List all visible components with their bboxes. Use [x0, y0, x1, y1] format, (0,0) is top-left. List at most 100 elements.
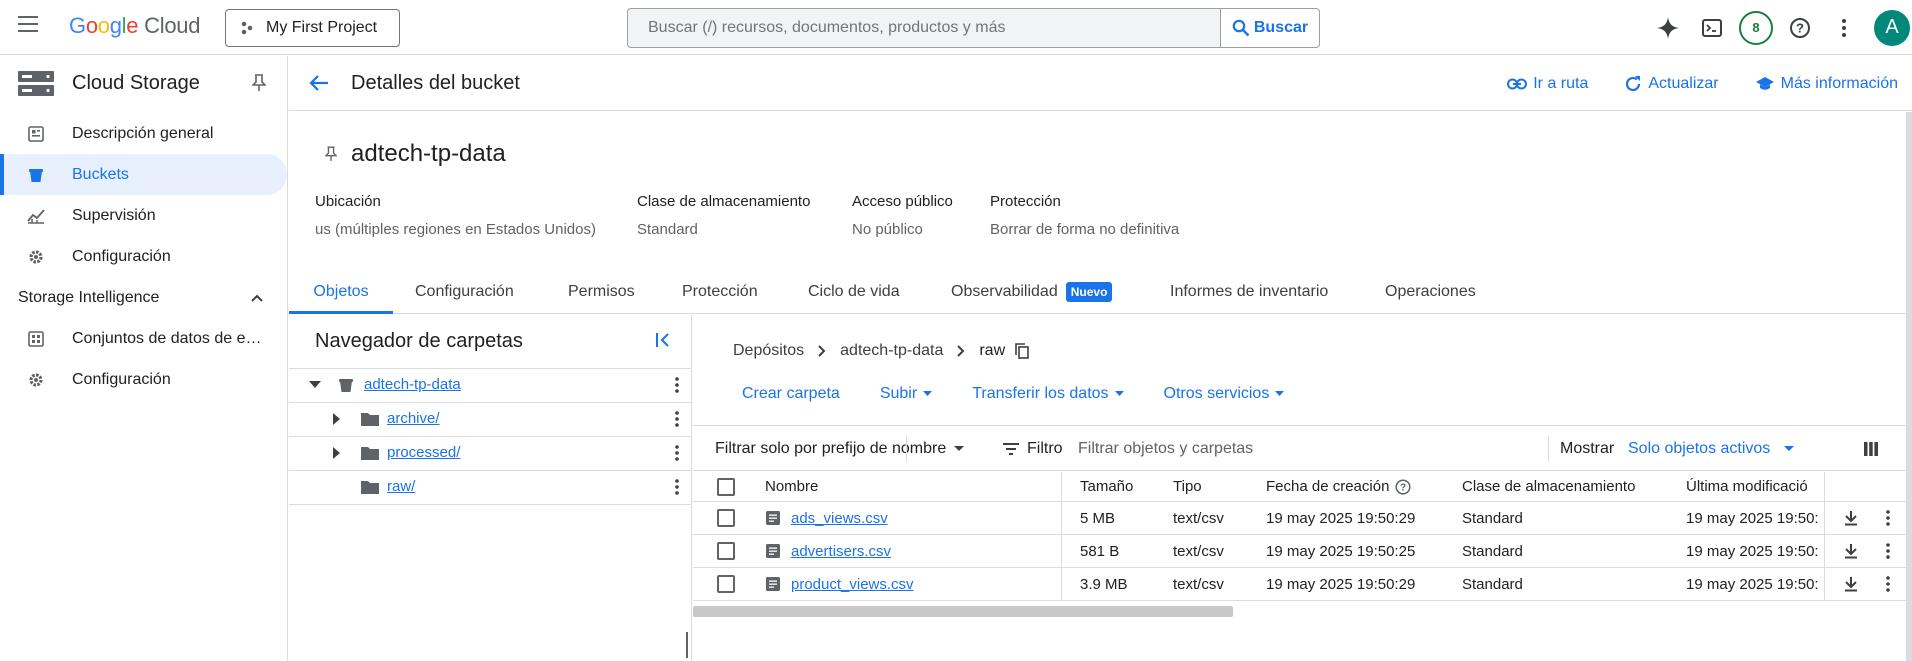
- tab-observability[interactable]: Observabilidad Nuevo: [951, 276, 1113, 314]
- download-icon[interactable]: [1844, 535, 1858, 567]
- caret-right-icon[interactable]: [333, 447, 341, 459]
- sidebar-section-storage-intelligence[interactable]: Storage Intelligence: [0, 277, 287, 318]
- sidebar-item-settings[interactable]: Configuración: [0, 236, 287, 277]
- other-services-button[interactable]: Otros servicios: [1164, 385, 1285, 403]
- file-name-link[interactable]: ads_views.csv: [791, 502, 888, 534]
- breadcrumb-item[interactable]: Depósitos: [733, 342, 804, 360]
- tab-objects[interactable]: Objetos: [289, 276, 393, 314]
- sidebar-item-buckets[interactable]: Buckets: [0, 154, 287, 195]
- file-name-link[interactable]: product_views.csv: [791, 568, 914, 600]
- tab-lifecycle[interactable]: Ciclo de vida: [808, 276, 900, 314]
- select-all-checkbox[interactable]: [717, 472, 735, 501]
- transfer-data-button[interactable]: Transferir los datos: [972, 385, 1124, 403]
- avatar[interactable]: A: [1874, 9, 1910, 46]
- vertical-scrollbar[interactable]: [1906, 112, 1912, 661]
- search-input[interactable]: [628, 9, 1220, 47]
- tab-inventory-reports[interactable]: Informes de inventario: [1170, 276, 1328, 314]
- folder-tree-root[interactable]: adtech-tp-data: [289, 369, 691, 403]
- project-selector-button[interactable]: My First Project: [225, 9, 400, 47]
- tab-protection[interactable]: Protección: [682, 276, 758, 314]
- show-filter-dropdown[interactable]: Solo objetos activos: [1628, 426, 1795, 471]
- sidebar-item-monitoring[interactable]: Supervisión: [0, 195, 287, 236]
- folder-name[interactable]: archive/: [387, 410, 440, 427]
- column-header-created[interactable]: Fecha de creación ?: [1266, 472, 1411, 501]
- column-display-icon[interactable]: [1864, 426, 1878, 471]
- cloud-shell-icon[interactable]: [1694, 10, 1730, 46]
- collapse-panel-icon[interactable]: [655, 332, 671, 348]
- google-cloud-logo[interactable]: Google Cloud: [69, 13, 200, 39]
- gemini-sparkle-icon[interactable]: [1650, 10, 1686, 46]
- column-header-name[interactable]: Nombre: [765, 472, 818, 501]
- caret-down-icon[interactable]: [309, 381, 321, 389]
- dashboard-icon: [27, 125, 45, 142]
- more-vert-icon[interactable]: [675, 411, 679, 427]
- help-icon[interactable]: ?: [1782, 10, 1818, 46]
- chevron-right-icon: [957, 345, 965, 357]
- refresh-icon: [1624, 75, 1642, 93]
- help-icon[interactable]: ?: [1395, 478, 1411, 495]
- column-header-storage-class[interactable]: Clase de almacenamiento: [1462, 472, 1635, 501]
- table-row[interactable]: ads_views.csv 5 MB text/csv 19 may 2025 …: [693, 502, 1906, 535]
- sidebar-title: Cloud Storage: [72, 72, 200, 94]
- filter-input[interactable]: Filtrar objetos y carpetas: [1078, 426, 1253, 471]
- more-vert-icon[interactable]: [1886, 535, 1890, 567]
- row-checkbox[interactable]: [717, 568, 735, 600]
- notifications-badge[interactable]: 8: [1738, 10, 1774, 46]
- horizontal-scrollbar[interactable]: [693, 606, 1233, 617]
- upload-button[interactable]: Subir: [880, 385, 933, 403]
- prefix-filter-dropdown[interactable]: Filtrar solo por prefijo de nombre: [715, 426, 965, 471]
- more-vert-icon[interactable]: [675, 479, 679, 495]
- table-row[interactable]: product_views.csv 3.9 MB text/csv 19 may…: [693, 568, 1906, 601]
- sidebar-item-datasets[interactable]: Conjuntos de datos de es…: [0, 318, 287, 359]
- svg-text:?: ?: [1796, 20, 1804, 35]
- column-header-size[interactable]: Tamaño: [1080, 472, 1133, 501]
- sidebar-item-overview[interactable]: Descripción general: [0, 113, 287, 154]
- file-name: ads_views.csv: [791, 509, 888, 527]
- more-vert-icon[interactable]: [675, 377, 679, 393]
- table-row[interactable]: advertisers.csv 581 B text/csv 19 may 20…: [693, 535, 1906, 568]
- caret-down-icon: [923, 391, 933, 397]
- column-header-type[interactable]: Tipo: [1173, 472, 1202, 501]
- filter-placeholder: Filtrar objetos y carpetas: [1078, 439, 1254, 457]
- go-to-path-button[interactable]: Ir a ruta: [1507, 75, 1588, 93]
- pin-icon[interactable]: [252, 74, 266, 92]
- panel-resize-handle[interactable]: [686, 632, 688, 658]
- create-folder-button[interactable]: Crear carpeta: [742, 385, 840, 403]
- download-icon[interactable]: [1844, 502, 1858, 534]
- sidebar-item-si-settings[interactable]: Configuración: [0, 359, 287, 400]
- file-name-link[interactable]: advertisers.csv: [791, 535, 891, 567]
- file-name: product_views.csv: [791, 575, 914, 593]
- sidebar-section-title: Storage Intelligence: [18, 288, 160, 306]
- tab-operations[interactable]: Operaciones: [1385, 276, 1476, 314]
- header-actions: Ir a ruta Actualizar Más información: [1507, 56, 1898, 111]
- more-vert-icon[interactable]: [1886, 568, 1890, 600]
- folder-name[interactable]: raw/: [387, 478, 415, 495]
- copy-icon[interactable]: [1015, 343, 1029, 359]
- search-button[interactable]: Buscar: [1220, 9, 1319, 47]
- pin-icon[interactable]: [325, 146, 337, 162]
- back-arrow-icon[interactable]: [309, 74, 329, 92]
- learn-more-label: Más información: [1780, 74, 1898, 92]
- menu-icon[interactable]: [18, 16, 38, 32]
- breadcrumb-item[interactable]: adtech-tp-data: [840, 342, 943, 360]
- learn-more-button[interactable]: Más información: [1755, 75, 1898, 93]
- more-vert-icon[interactable]: [675, 445, 679, 461]
- tab-configuration[interactable]: Configuración: [415, 276, 514, 314]
- scrollbar-thumb[interactable]: [1906, 112, 1912, 661]
- folder-tree-item[interactable]: archive/: [289, 403, 691, 437]
- column-header-modified[interactable]: Última modificació: [1686, 472, 1824, 501]
- row-checkbox[interactable]: [717, 502, 735, 534]
- more-vert-icon[interactable]: [1826, 10, 1862, 46]
- more-vert-icon[interactable]: [1886, 502, 1890, 534]
- folder-tree-item[interactable]: raw/: [289, 471, 691, 505]
- top-bar: Google Cloud My First Project Buscar 8 ?: [0, 0, 1912, 55]
- row-checkbox[interactable]: [717, 535, 735, 567]
- folder-name[interactable]: adtech-tp-data: [364, 376, 461, 393]
- folder-tree-item[interactable]: processed/: [289, 437, 691, 471]
- folder-name[interactable]: processed/: [387, 444, 460, 461]
- refresh-button[interactable]: Actualizar: [1624, 75, 1719, 93]
- filter-button[interactable]: Filtro: [1003, 426, 1063, 471]
- download-icon[interactable]: [1844, 568, 1858, 600]
- tab-permissions[interactable]: Permisos: [568, 276, 635, 314]
- caret-right-icon[interactable]: [333, 413, 341, 425]
